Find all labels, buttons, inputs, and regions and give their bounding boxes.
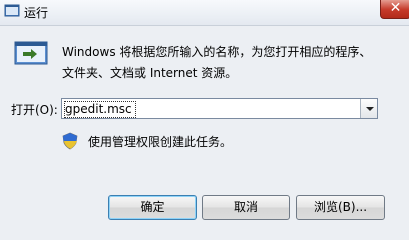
open-combobox[interactable] bbox=[61, 98, 378, 119]
window-title: 运行 bbox=[24, 6, 49, 20]
description-line-1: Windows 将根据您所输入的名称，为您打开相应的程序、 bbox=[62, 45, 372, 59]
title-bar: 运行 ✕ bbox=[0, 0, 409, 26]
open-input[interactable] bbox=[63, 100, 362, 117]
description-line-2: 文件夹、文档或 Internet 资源。 bbox=[62, 66, 238, 80]
admin-note: 使用管理权限创建此任务。 bbox=[88, 135, 233, 149]
cancel-button[interactable]: 取消 bbox=[202, 195, 290, 220]
close-button[interactable]: ✕ bbox=[380, 0, 409, 19]
dropdown-button[interactable] bbox=[360, 99, 377, 118]
close-icon: ✕ bbox=[389, 0, 402, 16]
description-text: Windows 将根据您所输入的名称，为您打开相应的程序、 文件夹、文档或 In… bbox=[62, 42, 392, 84]
open-label: 打开(O): bbox=[11, 103, 58, 117]
ok-button[interactable]: 确定 bbox=[108, 195, 197, 220]
chevron-down-icon bbox=[366, 107, 374, 111]
run-app-icon bbox=[4, 4, 20, 17]
shield-icon bbox=[62, 132, 78, 150]
browse-button[interactable]: 浏览(B)... bbox=[296, 195, 385, 220]
run-program-icon bbox=[14, 41, 48, 65]
